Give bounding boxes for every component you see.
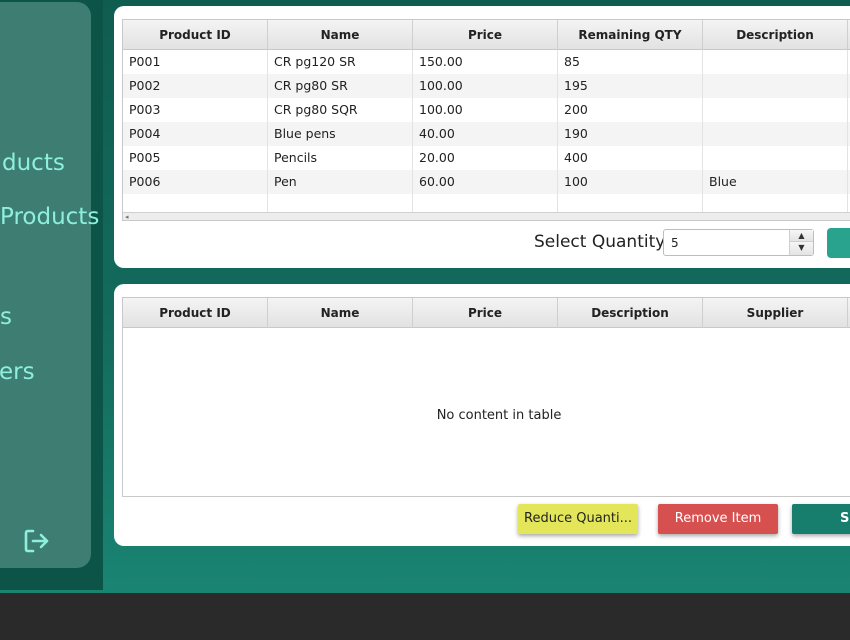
sidebar: ducts Products s ers	[0, 2, 99, 568]
cell-product-id: P005	[123, 146, 268, 170]
cell-remaining-qty: 200	[558, 98, 703, 122]
bottom-bar	[0, 593, 850, 640]
cell-name: Pencils	[268, 146, 413, 170]
cell-name: CR pg120 SR	[268, 50, 413, 74]
cell-description	[703, 98, 848, 122]
products-panel: Product ID Name Price Remaining QTY Desc…	[114, 6, 850, 268]
cell-remaining-qty: 100	[558, 170, 703, 194]
products-table-header: Product ID Name Price Remaining QTY Desc…	[123, 20, 850, 50]
decrement-arrow-icon[interactable]: ▼	[790, 242, 813, 255]
cell-name: CR pg80 SR	[268, 74, 413, 98]
cell-description	[703, 50, 848, 74]
cell-product-id: P001	[123, 50, 268, 74]
cell-description	[703, 146, 848, 170]
table-row[interactable]: P004 Blue pens 40.00 190	[123, 122, 850, 146]
column-header-description[interactable]: Description	[703, 20, 848, 50]
save-button[interactable]: S	[792, 504, 850, 534]
cell-remaining-qty: 190	[558, 122, 703, 146]
cell-price: 40.00	[413, 122, 558, 146]
cell-description: Blue	[703, 170, 848, 194]
remove-item-button[interactable]: Remove Item	[658, 504, 778, 534]
cell-name: Blue pens	[268, 122, 413, 146]
cell-price: 150.00	[413, 50, 558, 74]
table-row[interactable]: P003 CR pg80 SQR 100.00 200	[123, 98, 850, 122]
cell-product-id: P006	[123, 170, 268, 194]
cell-name: Pen	[268, 170, 413, 194]
table-row[interactable]: P002 CR pg80 SR 100.00 195	[123, 74, 850, 98]
select-quantity-label: Select Quantity	[534, 232, 666, 252]
table-row[interactable]: P006 Pen 60.00 100 Blue	[123, 170, 850, 194]
column-header-remaining-qty[interactable]: Remaining QTY	[558, 20, 703, 50]
column-header-product-id[interactable]: Product ID	[123, 298, 268, 328]
column-header-price[interactable]: Price	[413, 298, 558, 328]
cell-product-id: P003	[123, 98, 268, 122]
sidebar-item-suppliers[interactable]: ers	[0, 359, 35, 385]
reduce-quantity-button[interactable]: Reduce Quanti...	[518, 504, 638, 534]
sidebar-item-label: Products	[0, 204, 100, 230]
empty-table-message: No content in table	[436, 408, 562, 423]
cell-price: 20.00	[413, 146, 558, 170]
column-header-supplier[interactable]: Supplier	[703, 298, 848, 328]
table-row[interactable]: P001 CR pg120 SR 150.00 85	[123, 50, 850, 74]
cell-product-id: P002	[123, 74, 268, 98]
column-header-price[interactable]: Price	[413, 20, 558, 50]
column-header-description[interactable]: Description	[558, 298, 703, 328]
increment-arrow-icon[interactable]: ▲	[790, 230, 813, 242]
sidebar-item-label: ducts	[2, 150, 65, 176]
products-table[interactable]: Product ID Name Price Remaining QTY Desc…	[122, 19, 850, 221]
cell-description	[703, 122, 848, 146]
add-to-cart-button[interactable]	[827, 228, 850, 258]
cart-table-header: Product ID Name Price Description Suppli…	[123, 298, 850, 328]
cell-remaining-qty: 400	[558, 146, 703, 170]
sidebar-item-products[interactable]: ducts	[2, 150, 65, 176]
column-header-name[interactable]: Name	[268, 298, 413, 328]
cart-panel: Product ID Name Price Description Suppli…	[114, 284, 850, 546]
cell-remaining-qty: 195	[558, 74, 703, 98]
cart-table[interactable]: Product ID Name Price Description Suppli…	[122, 297, 850, 497]
logout-icon[interactable]	[23, 528, 51, 554]
scroll-left-icon[interactable]: ◂	[125, 213, 129, 220]
column-header-product-id[interactable]: Product ID	[123, 20, 268, 50]
sidebar-item-label: ers	[0, 359, 35, 385]
table-row[interactable]: P005 Pencils 20.00 400	[123, 146, 850, 170]
sidebar-item-add-products[interactable]: Products	[0, 204, 99, 230]
horizontal-scrollbar[interactable]: ◂	[123, 212, 850, 220]
cell-product-id: P004	[123, 122, 268, 146]
cell-price: 100.00	[413, 74, 558, 98]
cell-remaining-qty: 85	[558, 50, 703, 74]
cell-price: 100.00	[413, 98, 558, 122]
cell-name: CR pg80 SQR	[268, 98, 413, 122]
quantity-stepper[interactable]: ▲ ▼	[663, 229, 814, 256]
app-window: ducts Products s ers Product ID Name Pri…	[0, 0, 850, 593]
sidebar-item-label: s	[0, 304, 12, 330]
cell-description	[703, 74, 848, 98]
sidebar-item-sales[interactable]: s	[0, 304, 12, 330]
column-header-name[interactable]: Name	[268, 20, 413, 50]
spinner-buttons: ▲ ▼	[789, 230, 813, 255]
cell-price: 60.00	[413, 170, 558, 194]
quantity-input[interactable]	[664, 230, 789, 255]
